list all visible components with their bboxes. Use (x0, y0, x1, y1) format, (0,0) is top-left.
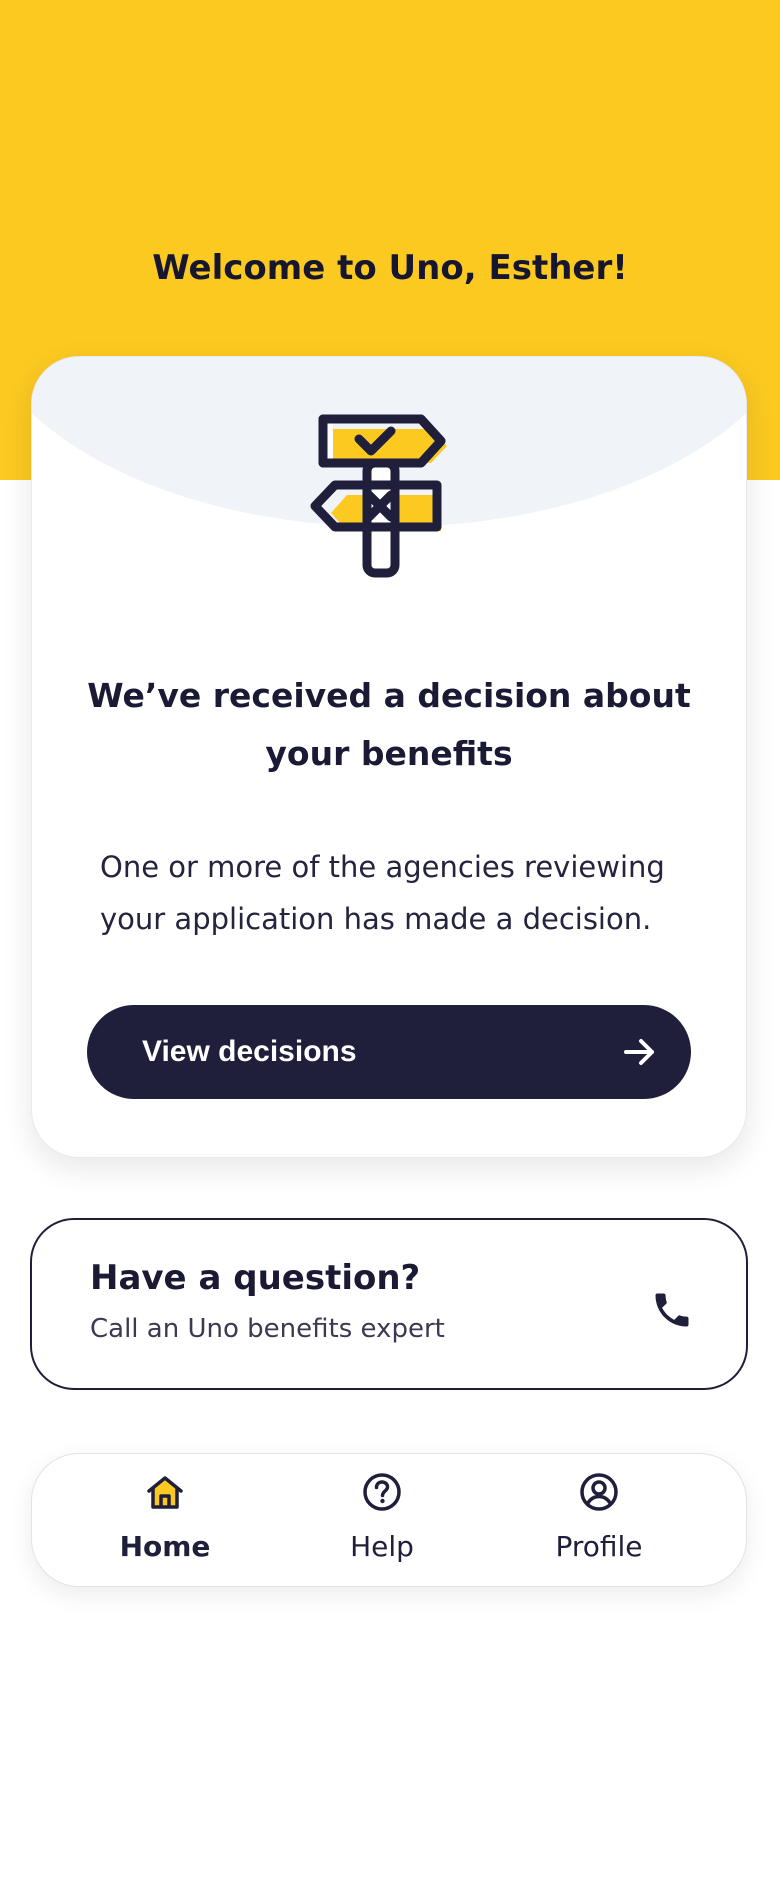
nav-item-profile[interactable]: Profile (499, 1454, 699, 1588)
nav-item-home[interactable]: Home (65, 1454, 265, 1588)
help-circle-icon (363, 1473, 401, 1511)
decision-card: We’ve received a decision about your ben… (31, 356, 747, 1158)
decision-heading: We’ve received a decision about your ben… (87, 676, 691, 773)
bottom-nav: Home Help Profile (31, 1453, 747, 1587)
welcome-title: Welcome to Uno, Esther! (152, 248, 628, 288)
nav-item-help[interactable]: Help (282, 1454, 482, 1588)
phone-icon[interactable] (650, 1288, 694, 1332)
nav-label-help: Help (350, 1530, 414, 1563)
nav-label-home: Home (119, 1530, 211, 1563)
profile-icon (580, 1473, 618, 1511)
question-title: Have a question? (90, 1258, 421, 1298)
arrow-right-icon (624, 1039, 654, 1065)
signpost-icon (310, 414, 447, 578)
home-icon (147, 1476, 183, 1509)
question-card[interactable]: Have a question? Call an Uno benefits ex… (30, 1218, 748, 1390)
view-decisions-button[interactable]: View decisions (87, 1005, 691, 1099)
question-subtitle: Call an Uno benefits expert (90, 1314, 445, 1344)
nav-label-profile: Profile (555, 1530, 643, 1563)
view-decisions-label: View decisions (142, 1035, 357, 1068)
decision-body: One or more of the agencies reviewing yo… (100, 850, 665, 936)
